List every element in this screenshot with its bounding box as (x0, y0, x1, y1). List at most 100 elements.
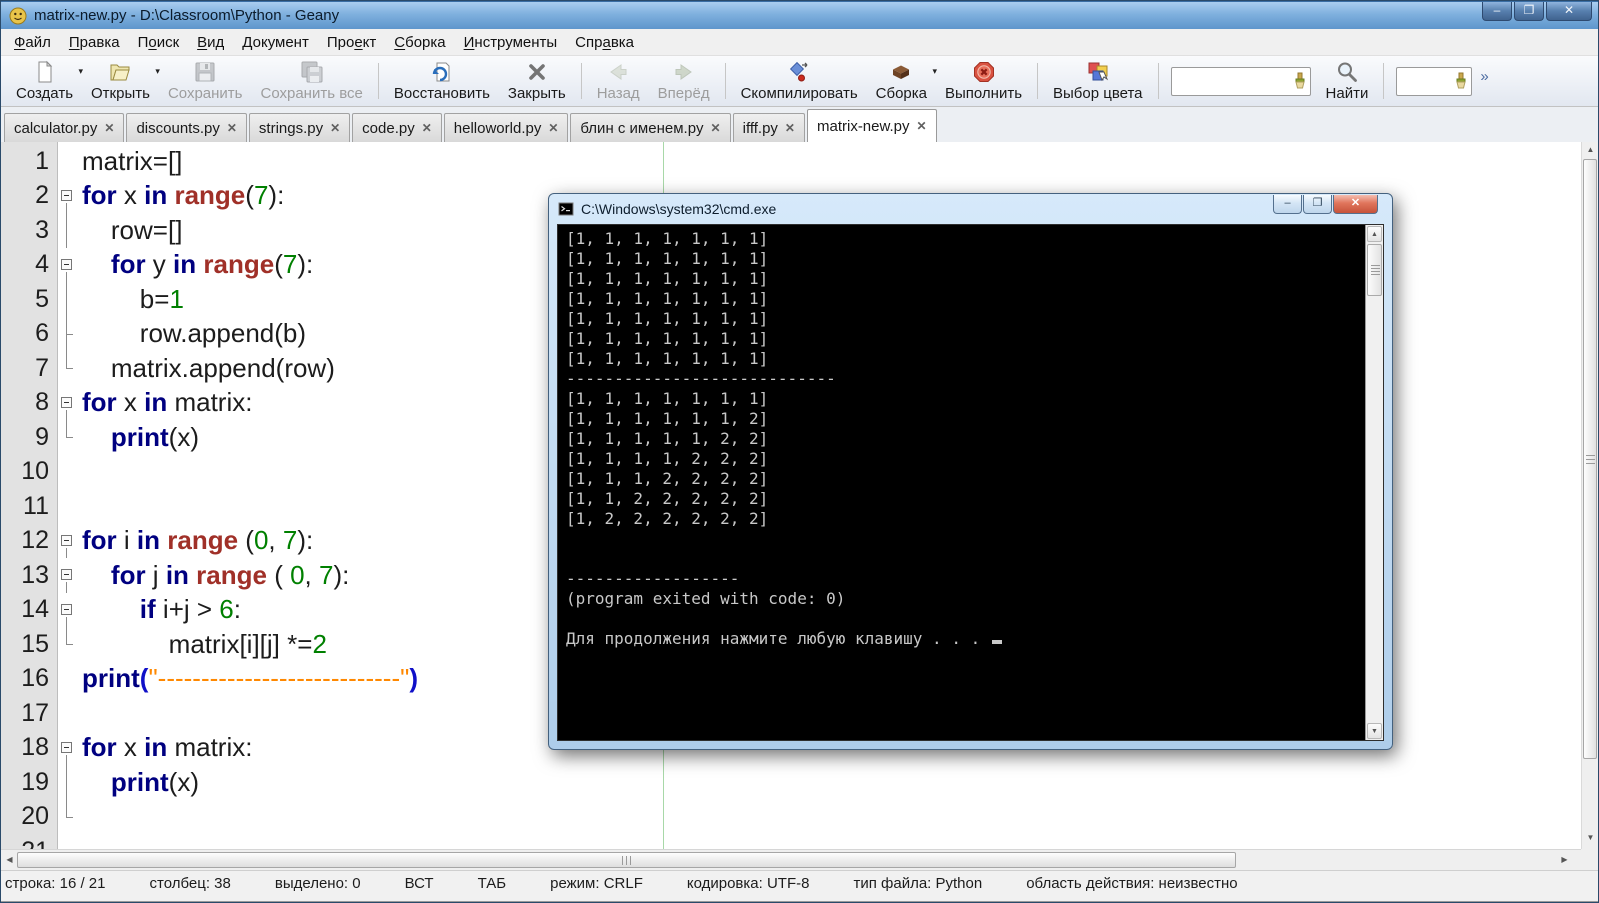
maximize-button[interactable]: ❐ (1514, 2, 1544, 21)
code-token: 0 (254, 525, 268, 555)
tab-close-icon[interactable]: ✕ (711, 121, 721, 135)
toolbar-color-chooser-button[interactable]: Выбор цвета (1044, 57, 1152, 105)
status-item-8: область действия: неизвестно (1026, 875, 1237, 892)
fold-toggle-icon[interactable] (61, 397, 72, 408)
search-input[interactable] (1171, 67, 1311, 96)
toolbar-color-chooser-label: Выбор цвета (1053, 85, 1143, 102)
fold-toggle-icon[interactable] (61, 535, 72, 546)
toolbar-forward-label: Вперёд (658, 85, 710, 102)
scroll-left-arrow-icon[interactable]: ◀ (2, 852, 17, 868)
toolbar-back-label: Назад (597, 85, 640, 102)
code-text: for x in matrix: (75, 387, 252, 418)
toolbar-save-all-button: Сохранить все (251, 57, 371, 105)
tab-helloworld.py[interactable]: helloworld.py ✕ (444, 113, 569, 142)
toolbar-open-button[interactable]: ▾Открыть (82, 57, 159, 105)
menu-item-tools[interactable]: Инструменты (455, 31, 567, 54)
back-icon (606, 60, 630, 84)
fold-toggle-icon[interactable] (61, 259, 72, 270)
fold-toggle-icon[interactable] (61, 190, 72, 201)
fold-margin-cell (58, 455, 75, 490)
line-number: 4 (1, 250, 58, 279)
cmd-scrollbar-thumb[interactable] (1367, 244, 1382, 296)
cmd-scrollbar[interactable]: ▲ ▼ (1365, 225, 1383, 740)
tab-блин с именем.py[interactable]: блин с именем.py✕ (570, 113, 730, 142)
tab-matrix-new.py[interactable]: matrix-new.py✕ (807, 109, 937, 142)
tab-ifff.py[interactable]: ifff.py✕ (733, 113, 805, 142)
fold-margin-cell (58, 179, 75, 214)
cmd-close-button[interactable]: ✕ (1333, 195, 1378, 214)
fold-toggle-icon[interactable] (61, 604, 72, 615)
tab-calculator.py[interactable]: calculator.py✕ (4, 113, 124, 142)
cmd-maximize-button[interactable]: ❐ (1303, 195, 1332, 214)
code-token: print (111, 767, 169, 797)
minimize-button[interactable]: – (1482, 2, 1512, 21)
scroll-down-arrow-icon[interactable]: ▼ (1582, 830, 1599, 846)
code-token: for (82, 732, 117, 762)
tab-discounts.py[interactable]: discounts.py✕ (126, 113, 246, 142)
toolbar-build-button[interactable]: ▾Сборка (867, 57, 936, 105)
tab-close-icon[interactable]: ✕ (917, 119, 927, 133)
geany-app-icon (9, 7, 27, 25)
tab-close-icon[interactable]: ✕ (104, 121, 114, 135)
scroll-right-arrow-icon[interactable]: ▶ (1557, 852, 1572, 868)
toolbar-close-button[interactable]: Закрыть (499, 57, 575, 105)
code-token: in (166, 560, 189, 590)
horizontal-scrollbar-thumb[interactable] (17, 852, 1236, 868)
toolbar-overflow-chevron-icon[interactable]: » (1480, 68, 1488, 85)
code-token: 7 (319, 560, 333, 590)
close-button[interactable]: ✕ (1546, 2, 1592, 21)
cmd-scroll-up-arrow-icon[interactable]: ▲ (1367, 226, 1382, 242)
code-token: matrix: (167, 387, 252, 417)
toolbar-separator (1158, 63, 1159, 99)
saveall-icon (300, 60, 324, 84)
code-token: in (144, 180, 167, 210)
tab-strings.py[interactable]: strings.py✕ (249, 113, 350, 142)
menu-item-search[interactable]: Поиск (129, 31, 189, 54)
menu-item-help[interactable]: Справка (566, 31, 643, 54)
title-bar[interactable]: matrix-new.py - D:\Classroom\Python - Ge… (1, 1, 1598, 29)
menu-item-document[interactable]: Документ (233, 31, 318, 54)
brush-icon[interactable] (1454, 72, 1468, 90)
toolbar-revert-button[interactable]: Восстановить (385, 57, 499, 105)
vertical-scrollbar-thumb[interactable] (1583, 159, 1597, 759)
tab-close-icon[interactable]: ✕ (422, 121, 432, 135)
tab-close-icon[interactable]: ✕ (227, 121, 237, 135)
toolbar-execute-button[interactable]: Выполнить (936, 57, 1031, 105)
editor-vertical-scrollbar[interactable]: ▲ ▼ (1581, 142, 1598, 849)
fold-margin-cell (58, 593, 75, 628)
cmd-minimize-button[interactable]: – (1273, 195, 1302, 214)
code-token: ): (297, 525, 313, 555)
menu-item-file[interactable]: Файл (5, 31, 60, 54)
menu-item-build[interactable]: Сборка (385, 31, 454, 54)
console-line: Для продолжения нажмите любую клавишу . … (566, 629, 1365, 649)
menu-item-view[interactable]: Вид (188, 31, 233, 54)
toolbar-new-label: Создать (16, 85, 73, 102)
code-token (82, 560, 111, 590)
console-line: [1, 1, 1, 1, 1, 1, 1] (566, 329, 1365, 349)
line-number: 2 (1, 181, 58, 210)
menu-item-edit[interactable]: Правка (60, 31, 129, 54)
toolbar-separator (378, 63, 379, 99)
cmd-title-bar[interactable]: C:\Windows\system32\cmd.exe – ❐ ✕ (549, 194, 1392, 224)
tab-code.py[interactable]: code.py✕ (352, 113, 442, 142)
scroll-up-arrow-icon[interactable]: ▲ (1582, 142, 1599, 158)
code-text: for x in range(7): (75, 180, 284, 211)
editor-horizontal-scrollbar[interactable]: ◀ ▶ (1, 849, 1584, 870)
tab-close-icon[interactable]: ✕ (785, 121, 795, 135)
cmd-scroll-down-arrow-icon[interactable]: ▼ (1367, 723, 1382, 739)
tab-close-icon[interactable]: ✕ (548, 121, 558, 135)
toolbar-compile-button[interactable]: Скомпилировать (732, 57, 867, 105)
code-token: 0 (290, 560, 304, 590)
code-token (82, 422, 111, 452)
fold-toggle-icon[interactable] (61, 742, 72, 753)
tab-close-icon[interactable]: ✕ (330, 121, 340, 135)
menu-item-project[interactable]: Проект (318, 31, 385, 54)
fold-margin-cell (58, 800, 75, 835)
toolbar-find-button[interactable]: Найти (1317, 57, 1378, 105)
tab-label: helloworld.py (454, 120, 542, 137)
toolbar-new-button[interactable]: ▾Создать (7, 57, 82, 105)
code-token: matrix=[] (82, 146, 182, 176)
fold-toggle-icon[interactable] (61, 569, 72, 580)
find-icon (1335, 60, 1359, 84)
brush-icon[interactable] (1293, 72, 1307, 90)
